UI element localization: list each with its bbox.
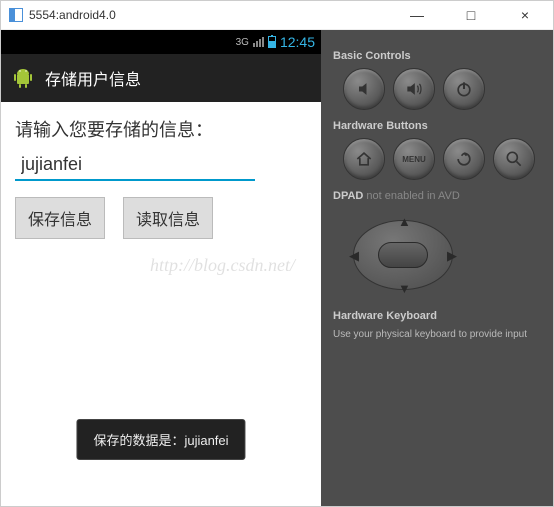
phone-screen: 3G 12:45 存储用户信息 (1, 30, 321, 506)
android-icon (11, 66, 35, 90)
dpad-up-icon[interactable]: ▲ (398, 214, 411, 229)
minimize-button[interactable]: — (397, 5, 437, 25)
window-icon (9, 8, 23, 22)
home-button[interactable] (343, 138, 385, 180)
window-titlebar: 5554:android4.0 — □ × (1, 1, 553, 30)
volume-up-button[interactable] (393, 68, 435, 110)
menu-button[interactable]: MENU (393, 138, 435, 180)
prompt-label: 请输入您要存储的信息： (15, 116, 307, 142)
app-title: 存储用户信息 (45, 66, 141, 90)
keyboard-note: Use your physical keyboard to provide in… (333, 328, 541, 342)
toast-message: 保存的数据是：jujianfei (76, 419, 245, 460)
power-button[interactable] (443, 68, 485, 110)
back-button[interactable] (443, 138, 485, 180)
volume-up-icon (404, 79, 424, 99)
volume-down-icon (354, 79, 374, 99)
close-button[interactable]: × (505, 5, 545, 25)
dpad-down-icon[interactable]: ▼ (398, 281, 411, 296)
battery-icon (268, 36, 276, 48)
home-icon (354, 149, 374, 169)
search-button[interactable] (493, 138, 535, 180)
power-icon (454, 79, 474, 99)
dpad-center-button[interactable] (378, 242, 428, 268)
emulator-controls: Basic Controls Hardware Buttons MENU (321, 30, 553, 506)
save-button[interactable]: 保存信息 (15, 197, 105, 239)
read-button[interactable]: 读取信息 (123, 197, 213, 239)
keyboard-label: Hardware Keyboard (333, 310, 541, 322)
clock: 12:45 (280, 34, 315, 50)
dpad: ▲ ▼ ◀ ▶ (343, 210, 463, 300)
maximize-button[interactable]: □ (451, 5, 491, 25)
app-content: 请输入您要存储的信息： 保存信息 读取信息 保存的数据是：jujianfei (1, 102, 321, 506)
action-bar: 存储用户信息 (1, 54, 321, 102)
back-icon (454, 149, 474, 169)
emulator-window: 5554:android4.0 — □ × 3G 12:45 (0, 0, 554, 507)
menu-icon: MENU (402, 155, 426, 164)
status-bar: 3G 12:45 (1, 30, 321, 54)
signal-icon (253, 37, 264, 47)
search-icon (504, 149, 524, 169)
volume-down-button[interactable] (343, 68, 385, 110)
dpad-right-icon[interactable]: ▶ (447, 248, 457, 264)
storage-input[interactable] (15, 150, 255, 181)
network-indicator: 3G (236, 37, 249, 48)
dpad-left-icon[interactable]: ◀ (349, 248, 359, 264)
basic-controls-label: Basic Controls (333, 50, 541, 62)
window-title: 5554:android4.0 (29, 8, 397, 22)
hardware-buttons-label: Hardware Buttons (333, 120, 541, 132)
dpad-label: DPAD not enabled in AVD (333, 190, 541, 202)
